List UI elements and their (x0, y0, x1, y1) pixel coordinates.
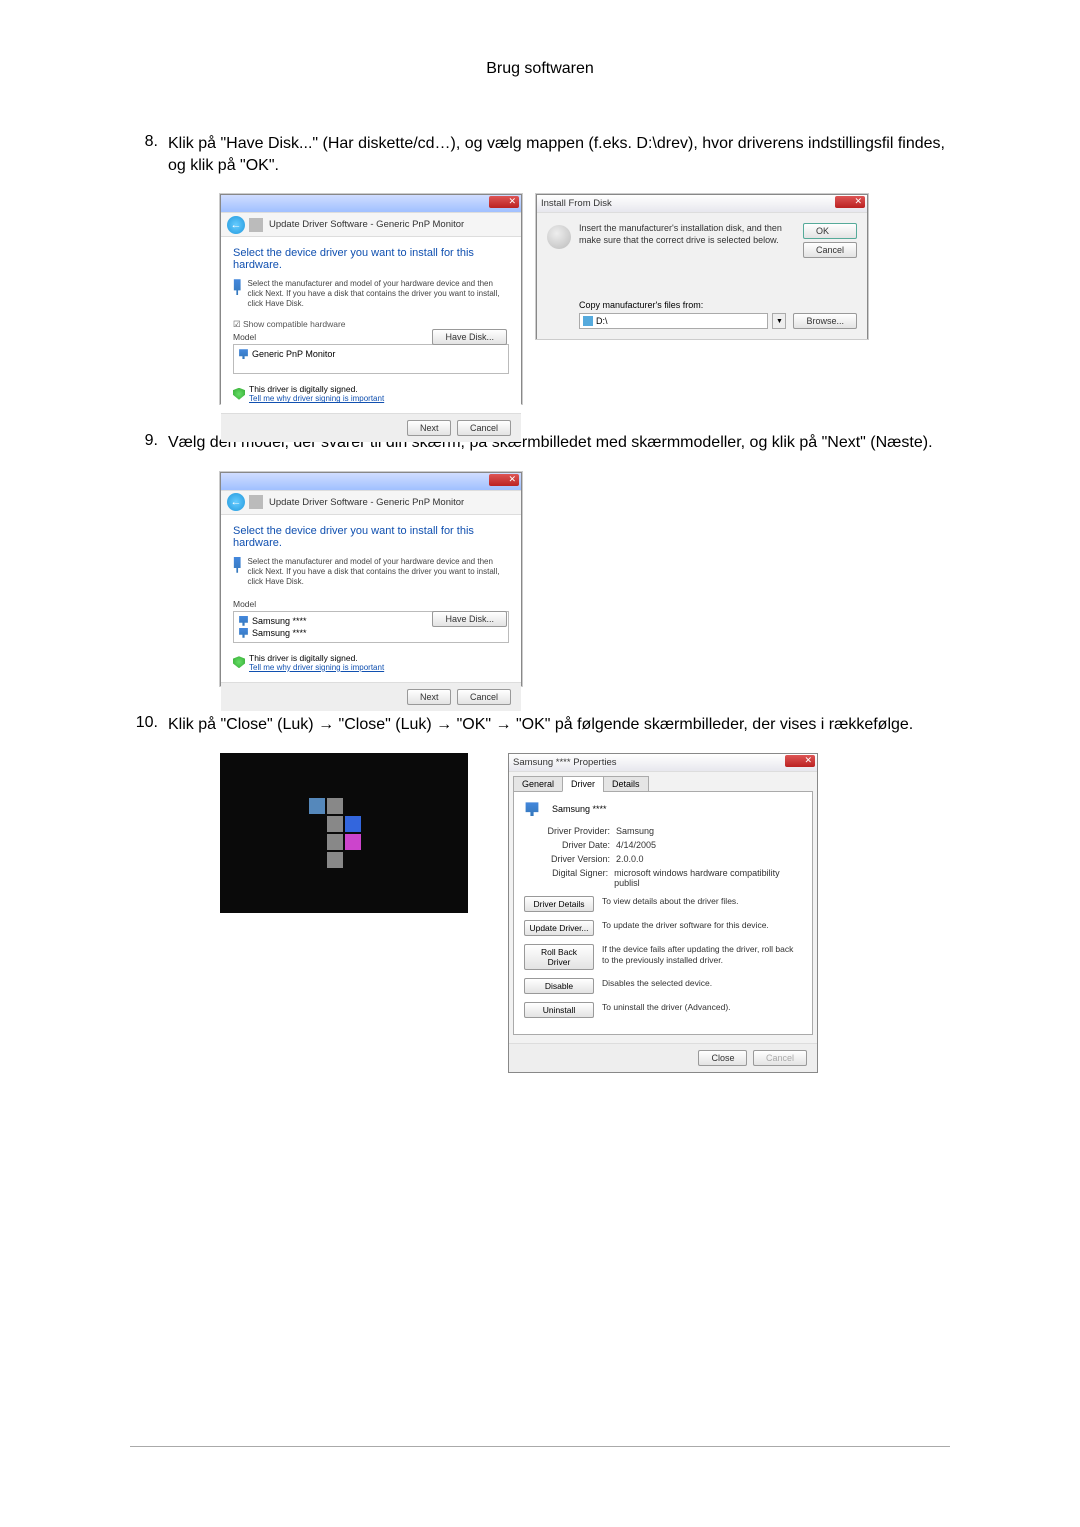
back-icon[interactable]: ← (227, 216, 245, 234)
provider-label: Driver Provider: (546, 826, 616, 836)
window-title-blank (225, 198, 228, 209)
desktop-screenshot (220, 753, 468, 913)
breadcrumb-text: Update Driver Software - Generic PnP Mon… (269, 497, 464, 508)
driver-properties-dialog: Samsung **** Properties ✕ General Driver… (508, 753, 818, 1073)
uninstall-desc: To uninstall the driver (Advanced). (602, 1002, 802, 1018)
checkbox-icon[interactable]: ☑ (233, 319, 241, 329)
update-driver-dialog-2: ✕ ← Update Driver Software - Generic PnP… (220, 472, 522, 686)
monitor-icon (238, 628, 249, 638)
date-value: 4/14/2005 (616, 840, 656, 850)
signer-value: microsoft windows hardware compatibility… (614, 868, 802, 888)
pixel-blocks-graphic (309, 798, 379, 868)
forward-icon (249, 495, 263, 509)
rollback-driver-desc: If the device fails after updating the d… (602, 944, 802, 970)
disable-button[interactable]: Disable (524, 978, 594, 994)
cancel-button: Cancel (753, 1050, 807, 1066)
show-compatible-label: Show compatible hardware (243, 319, 346, 329)
footer-divider (130, 1446, 950, 1447)
tab-general[interactable]: General (513, 776, 563, 792)
monitor-icon (238, 349, 249, 359)
driver-details-desc: To view details about the driver files. (602, 896, 802, 912)
dialog-heading: Select the device driver you want to ins… (233, 247, 509, 271)
model-item-label: Samsung **** (252, 616, 307, 626)
update-driver-button[interactable]: Update Driver... (524, 920, 594, 936)
signing-link[interactable]: Tell me why driver signing is important (249, 394, 384, 403)
shield-icon (233, 656, 245, 668)
step-number-9: 9. (130, 432, 168, 454)
step-number-10: 10. (130, 714, 168, 736)
instruction-text: Select the manufacturer and model of you… (247, 279, 509, 309)
close-icon[interactable]: ✕ (489, 196, 519, 208)
date-label: Driver Date: (546, 840, 616, 850)
drive-icon (583, 316, 593, 326)
uninstall-button[interactable]: Uninstall (524, 1002, 594, 1018)
cancel-button[interactable]: Cancel (457, 689, 511, 705)
step-text-8: Klik på "Have Disk..." (Har diskette/cd…… (168, 133, 950, 176)
list-item[interactable]: Samsung **** (238, 627, 504, 639)
copy-from-label: Copy manufacturer's files from: (579, 300, 857, 310)
disable-desc: Disables the selected device. (602, 978, 802, 994)
next-button[interactable]: Next (407, 689, 452, 705)
signing-link[interactable]: Tell me why driver signing is important (249, 663, 384, 672)
disk-icon (547, 225, 571, 249)
cancel-button[interactable]: Cancel (803, 242, 857, 258)
path-value: D:\ (596, 316, 608, 326)
close-button[interactable]: Close (698, 1050, 747, 1066)
install-from-disk-dialog: Install From Disk ✕ Insert the manufactu… (536, 194, 868, 339)
forward-icon (249, 218, 263, 232)
device-name: Samsung **** (552, 804, 607, 814)
back-icon[interactable]: ← (227, 493, 245, 511)
monitor-icon (233, 557, 241, 573)
install-instruction: Insert the manufacturer's installation d… (579, 223, 794, 254)
browse-button[interactable]: Browse... (793, 313, 857, 329)
window-title-blank (225, 476, 228, 487)
have-disk-button[interactable]: Have Disk... (432, 329, 507, 345)
path-input[interactable]: D:\ (579, 313, 768, 329)
update-driver-desc: To update the driver software for this d… (602, 920, 802, 936)
monitor-icon (233, 279, 241, 295)
signer-label: Digital Signer: (546, 868, 614, 888)
step-number-8: 8. (130, 133, 168, 176)
list-item[interactable]: Generic PnP Monitor (238, 348, 504, 360)
model-item-label: Samsung **** (252, 628, 307, 638)
provider-value: Samsung (616, 826, 654, 836)
dialog-title: Samsung **** Properties (513, 757, 617, 768)
close-icon[interactable]: ✕ (785, 755, 815, 767)
dialog-title: Install From Disk (541, 198, 612, 209)
chevron-down-icon[interactable]: ▼ (772, 313, 786, 329)
version-label: Driver Version: (546, 854, 616, 864)
tab-details[interactable]: Details (603, 776, 649, 792)
rollback-driver-button[interactable]: Roll Back Driver (524, 944, 594, 970)
dialog-heading: Select the device driver you want to ins… (233, 525, 509, 549)
driver-details-button[interactable]: Driver Details (524, 896, 594, 912)
ok-button[interactable]: OK (803, 223, 857, 239)
next-button[interactable]: Next (407, 420, 452, 436)
update-driver-dialog: ✕ ← Update Driver Software - Generic PnP… (220, 194, 522, 404)
driver-signed-text: This driver is digitally signed. (249, 653, 384, 663)
monitor-icon (238, 616, 249, 626)
close-icon[interactable]: ✕ (489, 474, 519, 486)
shield-icon (233, 388, 245, 400)
close-icon[interactable]: ✕ (835, 196, 865, 208)
tab-driver[interactable]: Driver (562, 776, 604, 792)
monitor-icon (524, 802, 540, 816)
step-text-10: Klik på "Close" (Luk) → "Close" (Luk) → … (168, 714, 913, 736)
cancel-button[interactable]: Cancel (457, 420, 511, 436)
model-item-label: Generic PnP Monitor (252, 349, 335, 359)
breadcrumb-text: Update Driver Software - Generic PnP Mon… (269, 219, 464, 230)
have-disk-button[interactable]: Have Disk... (432, 611, 507, 627)
instruction-text: Select the manufacturer and model of you… (247, 557, 509, 587)
model-label: Model (233, 599, 509, 609)
page-title: Brug softwaren (130, 60, 950, 78)
driver-signed-text: This driver is digitally signed. (249, 384, 384, 394)
version-value: 2.0.0.0 (616, 854, 644, 864)
model-listbox[interactable]: Generic PnP Monitor (233, 344, 509, 374)
